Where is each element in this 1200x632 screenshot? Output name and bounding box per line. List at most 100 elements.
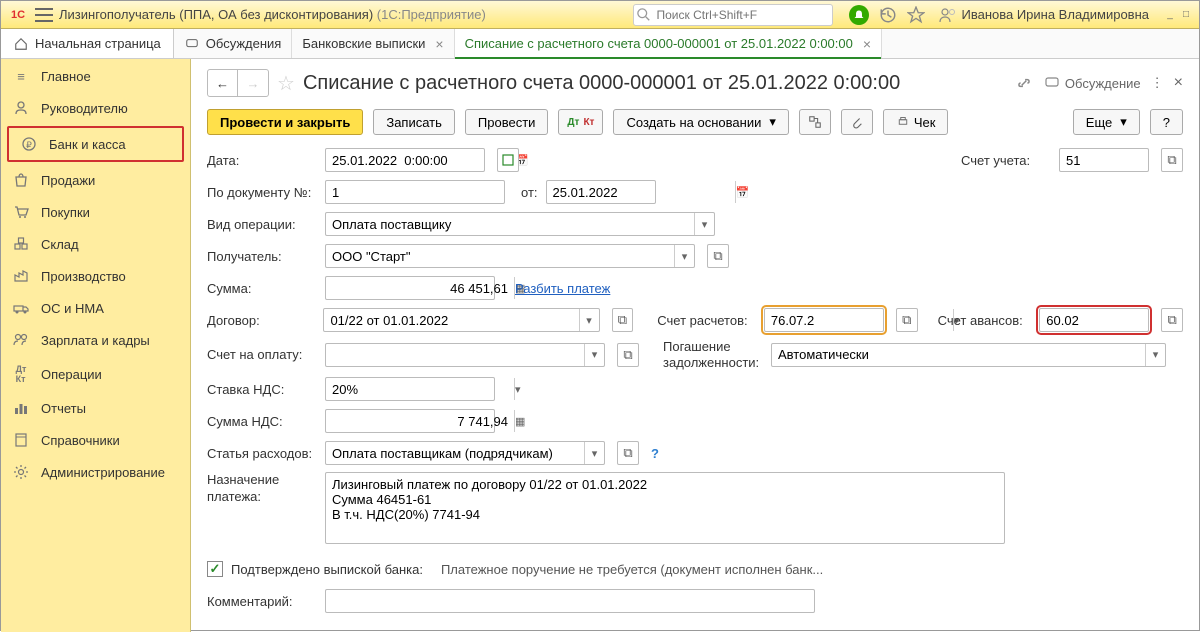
sum-input[interactable] — [326, 277, 514, 299]
tab-document[interactable]: Списание с расчетного счета 0000-000001 … — [455, 29, 882, 58]
expense-field[interactable]: ▾ — [325, 441, 605, 465]
notifications-icon[interactable] — [849, 5, 869, 25]
close-document-icon[interactable]: × — [1174, 74, 1183, 92]
from-label: от: — [521, 185, 538, 200]
structure-button[interactable] — [799, 109, 831, 135]
open-icon[interactable]: ⧉ — [896, 308, 918, 332]
docdate-field[interactable]: 📅 — [546, 180, 656, 204]
minimize-button[interactable]: _ — [1163, 8, 1177, 22]
dropdown-icon[interactable]: ▾ — [579, 309, 599, 331]
calc-icon[interactable]: ▦ — [514, 410, 525, 432]
sidebar-item-sales[interactable]: Продажи — [1, 164, 190, 196]
sidebar-item-admin[interactable]: Администрирование — [1, 456, 190, 488]
more-menu-icon[interactable]: ⋮ — [1151, 75, 1164, 91]
calendar-icon[interactable]: 📅 — [735, 181, 750, 203]
comment-field[interactable] — [325, 589, 815, 613]
date-field[interactable]: 📅 — [325, 148, 485, 172]
date-input[interactable] — [326, 149, 514, 171]
sidebar-item-reports[interactable]: Отчеты — [1, 392, 190, 424]
sidebar-item-main[interactable]: ≡Главное — [1, 61, 190, 92]
post-close-button[interactable]: Провести и закрыть — [207, 109, 363, 135]
dropdown-icon[interactable]: ▾ — [514, 378, 521, 400]
dropdown-icon[interactable]: ▾ — [584, 442, 604, 464]
op-field[interactable]: ▾ — [325, 212, 715, 236]
dropdown-icon[interactable]: ▾ — [584, 344, 604, 366]
menu-icon[interactable] — [35, 8, 53, 22]
docnum-input[interactable] — [326, 181, 514, 203]
contract-input[interactable] — [324, 309, 578, 331]
close-icon[interactable]: × — [435, 36, 443, 52]
user-area[interactable]: Иванова Ирина Владимировна — [939, 7, 1149, 23]
dropdown-icon[interactable]: ▾ — [1145, 344, 1165, 366]
discussion-button[interactable]: Обсуждение — [1043, 75, 1141, 91]
check-button[interactable]: Чек — [883, 109, 949, 135]
more-button[interactable]: Еще▾ — [1073, 109, 1140, 135]
debt-field[interactable]: ▾ — [771, 343, 1166, 367]
sidebar-item-warehouse[interactable]: Склад — [1, 228, 190, 260]
tab-label: Банковские выписки — [302, 36, 425, 51]
save-button[interactable]: Записать — [373, 109, 455, 135]
vat-sum-input[interactable] — [326, 410, 514, 432]
pay-acc-field[interactable]: ▾ — [325, 343, 605, 367]
docdate-input[interactable] — [547, 181, 735, 203]
forward-button[interactable]: → — [238, 70, 268, 96]
vat-rate-field[interactable]: ▾ — [325, 377, 495, 401]
tab-home[interactable]: Начальная страница — [1, 29, 174, 58]
sidebar-item-purchases[interactable]: Покупки — [1, 196, 190, 228]
op-input[interactable] — [326, 213, 694, 235]
confirmed-checkbox[interactable]: ✓ — [207, 561, 223, 577]
help-icon[interactable]: ? — [651, 446, 659, 461]
help-button[interactable]: ? — [1150, 109, 1183, 135]
open-icon[interactable]: ⧉ — [1161, 308, 1183, 332]
favorite-icon[interactable]: ☆ — [277, 71, 295, 96]
sidebar-item-catalogs[interactable]: Справочники — [1, 424, 190, 456]
comment-input[interactable] — [326, 590, 814, 612]
open-icon[interactable]: ⧉ — [617, 441, 639, 465]
attach-button[interactable] — [841, 109, 873, 135]
link-icon[interactable] — [1015, 74, 1033, 92]
back-button[interactable]: ← — [208, 70, 238, 96]
sidebar-item-production[interactable]: Производство — [1, 260, 190, 292]
date-ext-button[interactable] — [497, 148, 519, 172]
sidebar-item-bank[interactable]: ₽Банк и касса — [7, 126, 184, 162]
post-button[interactable]: Провести — [465, 109, 549, 135]
tab-bank-statements[interactable]: Банковские выписки × — [292, 29, 454, 58]
sidebar-item-hr[interactable]: Зарплата и кадры — [1, 324, 190, 356]
settle-acc-input[interactable] — [765, 309, 953, 331]
dtkt-button[interactable]: ДтКт — [558, 109, 603, 135]
dropdown-icon[interactable]: ▾ — [694, 213, 714, 235]
gear-icon — [11, 464, 31, 480]
sidebar-item-operations[interactable]: ДтКтОперации — [1, 356, 190, 392]
purpose-textarea[interactable] — [325, 472, 1005, 544]
truck-icon — [11, 300, 31, 316]
open-icon[interactable]: ⧉ — [707, 244, 729, 268]
contract-field[interactable]: ▾ — [323, 308, 599, 332]
recipient-field[interactable]: ▾ — [325, 244, 695, 268]
expense-input[interactable] — [326, 442, 584, 464]
user-name: Иванова Ирина Владимировна — [961, 7, 1149, 22]
account-field[interactable]: ▾ — [1059, 148, 1149, 172]
sidebar-item-assets[interactable]: ОС и НМА — [1, 292, 190, 324]
create-based-button[interactable]: Создать на основании▾ — [613, 109, 788, 135]
open-icon[interactable]: ⧉ — [612, 308, 634, 332]
maximize-button[interactable]: □ — [1179, 8, 1193, 22]
search-input[interactable] — [633, 4, 833, 26]
sum-field[interactable]: ▦ — [325, 276, 495, 300]
open-icon[interactable]: ⧉ — [1161, 148, 1183, 172]
sidebar-item-manager[interactable]: Руководителю — [1, 92, 190, 124]
history-icon[interactable] — [879, 6, 897, 24]
vat-rate-input[interactable] — [326, 378, 514, 400]
pay-acc-input[interactable] — [326, 344, 584, 366]
split-payment-link[interactable]: Разбить платеж — [515, 281, 610, 296]
open-icon[interactable]: ⧉ — [617, 343, 639, 367]
close-icon[interactable]: × — [863, 36, 871, 52]
dropdown-icon[interactable]: ▾ — [674, 245, 694, 267]
settle-acc-field[interactable]: ▾ — [764, 308, 884, 332]
docnum-field[interactable] — [325, 180, 505, 204]
advance-acc-field[interactable]: ▾ — [1039, 308, 1149, 332]
tab-discussions[interactable]: Обсуждения — [174, 29, 293, 58]
star-icon[interactable] — [907, 6, 925, 24]
vat-sum-field[interactable]: ▦ — [325, 409, 495, 433]
recipient-input[interactable] — [326, 245, 674, 267]
debt-input[interactable] — [772, 344, 1145, 366]
